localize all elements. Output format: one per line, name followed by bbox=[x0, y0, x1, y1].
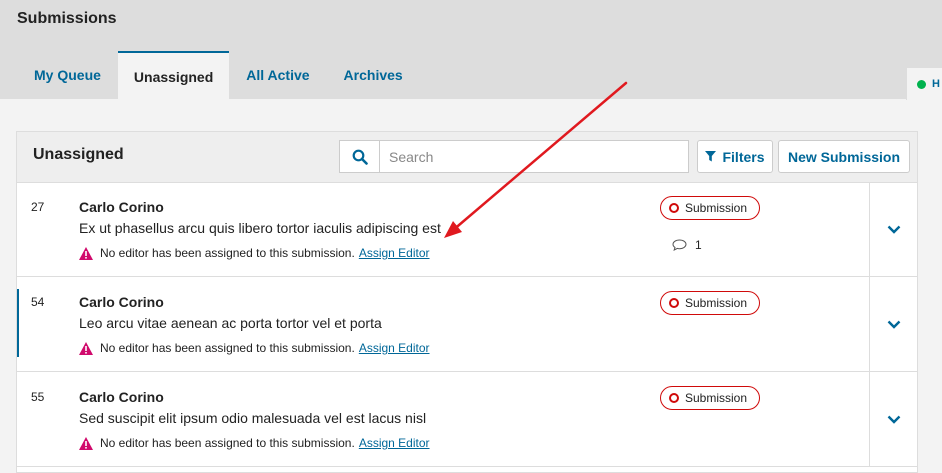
chevron-down-icon bbox=[887, 415, 900, 424]
help-tab[interactable]: H bbox=[906, 67, 942, 100]
stage-dot-icon bbox=[669, 298, 679, 308]
chevron-down-icon bbox=[887, 320, 900, 329]
submission-id: 55 bbox=[31, 390, 45, 404]
stage-badge: Submission bbox=[660, 386, 761, 410]
assign-editor-link[interactable]: Assign Editor bbox=[359, 436, 430, 450]
comment-icon bbox=[672, 239, 687, 251]
info-icon bbox=[917, 79, 926, 89]
notice-text: No editor has been assigned to this subm… bbox=[100, 436, 355, 450]
warning-icon bbox=[79, 246, 93, 260]
submission-title: Ex ut phasellus arcu quis libero tortor … bbox=[79, 220, 441, 236]
submissions-panel: Unassigned Filters New Submission 27 Car… bbox=[16, 131, 918, 473]
no-editor-notice: No editor has been assigned to this subm… bbox=[79, 436, 430, 450]
stage-dot-icon bbox=[669, 393, 679, 403]
assign-editor-link[interactable]: Assign Editor bbox=[359, 341, 430, 355]
help-tab-label: H bbox=[932, 78, 940, 90]
filters-label: Filters bbox=[722, 148, 765, 165]
comments-count: 1 bbox=[672, 238, 702, 252]
submission-id: 27 bbox=[31, 200, 45, 214]
tab-all-active[interactable]: All Active bbox=[229, 51, 326, 99]
stage-label: Submission bbox=[685, 296, 748, 310]
stage-dot-icon bbox=[669, 203, 679, 213]
filter-icon bbox=[705, 151, 717, 162]
stage-label: Submission bbox=[685, 391, 748, 405]
warning-icon bbox=[79, 436, 93, 450]
tab-unassigned[interactable]: Unassigned bbox=[117, 51, 230, 99]
assign-editor-link[interactable]: Assign Editor bbox=[359, 246, 430, 260]
notice-text: No editor has been assigned to this subm… bbox=[100, 246, 355, 260]
submission-row[interactable]: 27 Carlo Corino Ex ut phasellus arcu qui… bbox=[17, 182, 917, 277]
filters-button[interactable]: Filters bbox=[697, 140, 773, 173]
tab-my-queue[interactable]: My Queue bbox=[17, 51, 118, 99]
page-title: Submissions bbox=[17, 10, 117, 27]
submission-author: Carlo Corino bbox=[79, 389, 164, 405]
expand-row-button[interactable] bbox=[869, 277, 917, 371]
new-submission-button[interactable]: New Submission bbox=[778, 140, 910, 173]
submission-title: Sed suscipit elit ipsum odio malesuada v… bbox=[79, 410, 427, 426]
search-icon[interactable] bbox=[340, 141, 380, 172]
no-editor-notice: No editor has been assigned to this subm… bbox=[79, 246, 430, 260]
panel-header: Unassigned Filters New Submission bbox=[17, 132, 917, 183]
stage-badge: Submission bbox=[660, 196, 761, 220]
submission-author: Carlo Corino bbox=[79, 199, 164, 215]
comments-number: 1 bbox=[695, 238, 702, 252]
panel-title: Unassigned bbox=[33, 146, 124, 163]
stage-label: Submission bbox=[685, 201, 748, 215]
submission-row[interactable]: 54 Carlo Corino Leo arcu vitae aenean ac… bbox=[17, 277, 917, 372]
tab-archives[interactable]: Archives bbox=[327, 51, 420, 99]
submission-title: Leo arcu vitae aenean ac porta tortor ve… bbox=[79, 315, 382, 331]
no-editor-notice: No editor has been assigned to this subm… bbox=[79, 341, 430, 355]
expand-row-button[interactable] bbox=[869, 372, 917, 466]
expand-row-button[interactable] bbox=[869, 182, 917, 276]
search-input[interactable] bbox=[380, 141, 688, 172]
row-focus-indicator bbox=[17, 289, 19, 357]
submission-tabs: My Queue Unassigned All Active Archives bbox=[17, 51, 420, 99]
submission-id: 54 bbox=[31, 295, 45, 309]
submission-author: Carlo Corino bbox=[79, 294, 164, 310]
submission-row[interactable]: 55 Carlo Corino Sed suscipit elit ipsum … bbox=[17, 372, 917, 467]
warning-icon bbox=[79, 341, 93, 355]
search-box bbox=[339, 140, 689, 173]
notice-text: No editor has been assigned to this subm… bbox=[100, 341, 355, 355]
stage-badge: Submission bbox=[660, 291, 761, 315]
chevron-down-icon bbox=[887, 225, 900, 234]
